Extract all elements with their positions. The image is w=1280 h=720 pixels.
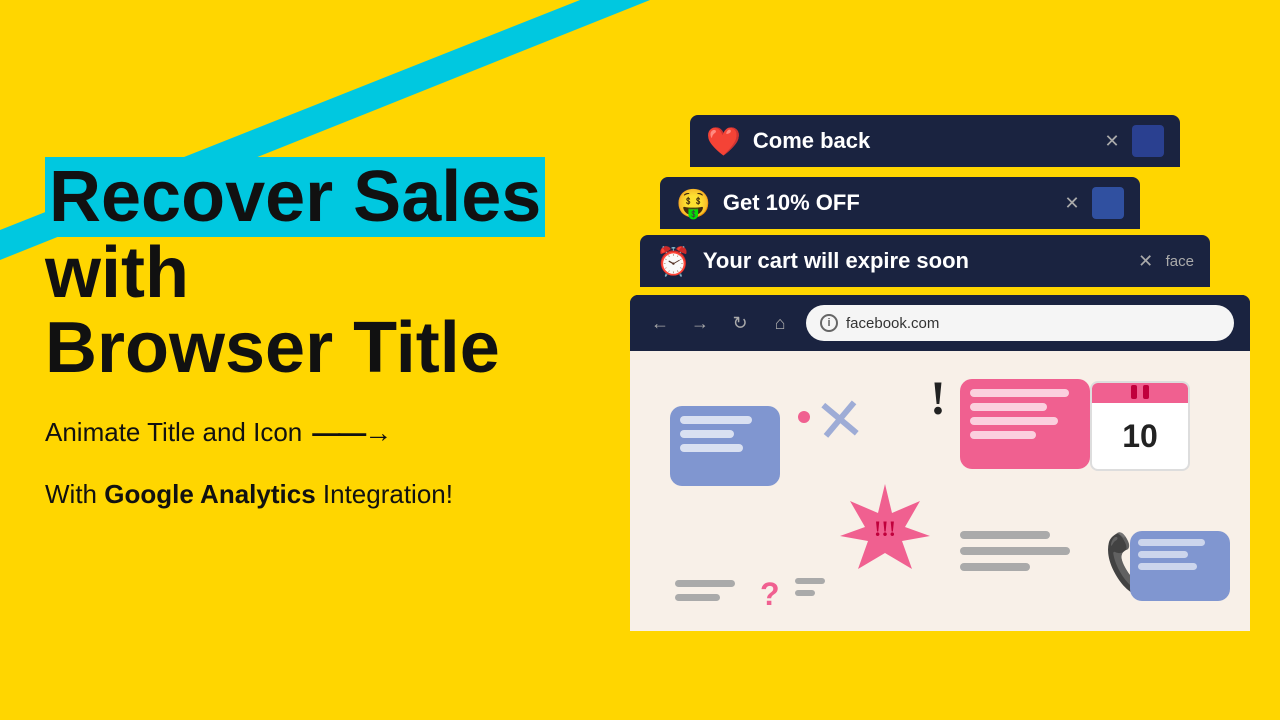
- ga-pre-text: With: [45, 479, 104, 509]
- headline-highlight: Recover Sales: [45, 157, 545, 237]
- text-line-3: [960, 563, 1030, 571]
- nav-back-button[interactable]: ←: [646, 309, 674, 337]
- notification-2-close-icon[interactable]: ✕: [1060, 191, 1084, 215]
- ga-bold-text: Google Analytics: [104, 479, 315, 509]
- subtitle-line: Animate Title and Icon ——→: [45, 417, 645, 449]
- nav-forward-button[interactable]: →: [686, 309, 714, 337]
- browser-window: ← → ↻ ⌂ i facebook.com ✕ !: [630, 295, 1250, 631]
- browser-toolbar: ← → ↻ ⌂ i facebook.com: [630, 295, 1250, 351]
- text-line-2: [960, 547, 1070, 555]
- ga-post-text: Integration!: [316, 479, 453, 509]
- address-bar[interactable]: i facebook.com: [806, 305, 1234, 341]
- headline-line1: Recover Sales: [45, 157, 545, 237]
- text-lines-bottom-left: [675, 580, 735, 601]
- notification-1-text: Come back: [753, 128, 1090, 154]
- speech-bubble-pink: [960, 379, 1090, 469]
- headline-line3: Browser Title: [45, 308, 500, 388]
- burst-container: !!!: [840, 481, 930, 576]
- notification-3-favicon-text: face: [1166, 253, 1194, 270]
- person-icon: ?: [760, 576, 780, 613]
- nav-refresh-button[interactable]: ↻: [726, 309, 754, 337]
- corner-lines: [795, 578, 825, 596]
- notification-tab-1: ❤️ Come back ✕: [690, 115, 1180, 167]
- address-text: facebook.com: [846, 315, 939, 332]
- calendar-top-bar: [1092, 383, 1188, 403]
- notification-1-favicon: [1132, 125, 1164, 157]
- illustration-container: ✕ !: [630, 351, 1250, 631]
- text-line-bl-1: [675, 580, 735, 587]
- speech-bubble-blue-left: [670, 406, 780, 486]
- notification-3-emoji: ⏰: [656, 245, 691, 278]
- notification-1-emoji: ❤️: [706, 125, 741, 158]
- calendar-icon: 10: [1090, 381, 1190, 471]
- nav-home-button[interactable]: ⌂: [766, 309, 794, 337]
- notification-3-close-icon[interactable]: ✕: [1134, 249, 1158, 273]
- left-content: Recover Sales with Browser Title Animate…: [45, 160, 645, 510]
- arrow-icon: ——→: [312, 417, 390, 449]
- notification-3-text: Your cart will expire soon: [703, 248, 1124, 274]
- headline-line2: with: [45, 233, 189, 313]
- calendar-number: 10: [1092, 403, 1188, 469]
- address-info-icon: i: [820, 314, 838, 332]
- notification-tab-3: ⏰ Your cart will expire soon ✕ face: [640, 235, 1210, 287]
- exclamation-icon: !: [930, 371, 946, 426]
- notification-1-close-icon[interactable]: ✕: [1100, 129, 1124, 153]
- cross-icon: ✕: [812, 384, 868, 458]
- browser-content: ✕ !: [630, 351, 1250, 631]
- headline: Recover Sales with Browser Title: [45, 160, 645, 387]
- burst-text: !!!: [874, 516, 896, 542]
- text-line-1: [960, 531, 1050, 539]
- speech-bubble-blue-bottom-right: [1130, 531, 1230, 601]
- right-content: ❤️ Come back ✕ 🤑 Get 10% OFF ✕ ⏰ Your ca…: [660, 115, 1280, 675]
- text-lines-center: [960, 531, 1070, 571]
- notification-tab-2: 🤑 Get 10% OFF ✕: [660, 177, 1140, 229]
- subtitle-text: Animate Title and Icon: [45, 417, 302, 448]
- dot-red-1: [798, 411, 810, 423]
- notification-2-emoji: 🤑: [676, 187, 711, 220]
- notification-2-favicon: [1092, 187, 1124, 219]
- notification-2-text: Get 10% OFF: [723, 190, 1050, 216]
- ga-integration-line: With Google Analytics Integration!: [45, 479, 645, 510]
- text-line-bl-2: [675, 594, 720, 601]
